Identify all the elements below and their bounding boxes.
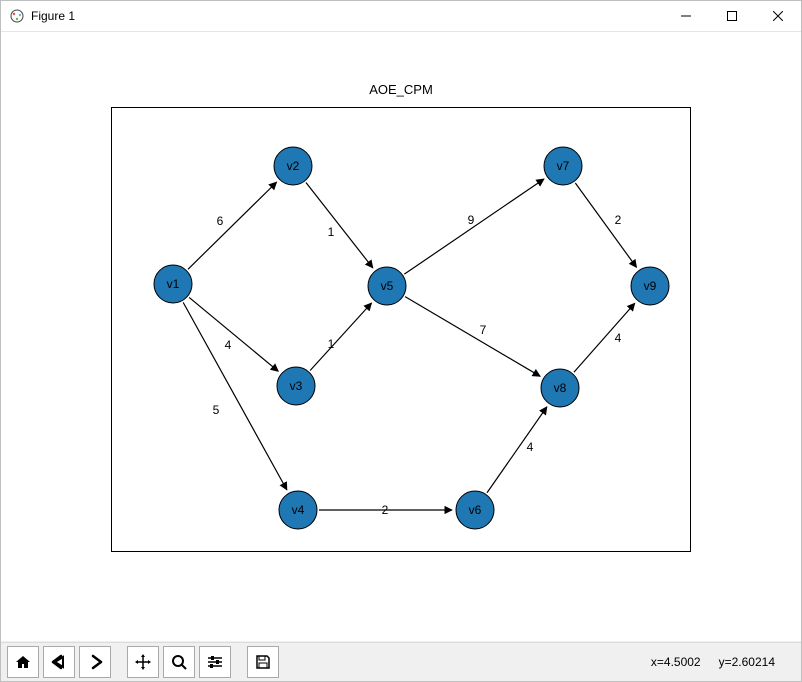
titlebar: Figure 1: [1, 1, 801, 32]
window-title: Figure 1: [31, 9, 75, 23]
edge-label-v6-v8: 4: [527, 440, 534, 454]
canvas-area[interactable]: AOE_CPM 64511297424v1v2v3v4v5v6v7v8v9: [1, 32, 801, 641]
edge-label-v5-v7: 9: [468, 213, 475, 227]
cursor-coordinates: x=4.5002 y=2.60214: [651, 655, 795, 669]
close-icon: [773, 11, 783, 21]
arrow-right-icon: [86, 653, 104, 671]
home-button[interactable]: [7, 646, 39, 678]
edge-v1-v4: [183, 302, 287, 489]
save-button[interactable]: [247, 646, 279, 678]
close-button[interactable]: [755, 1, 801, 31]
edge-label-v7-v9: 2: [615, 213, 622, 227]
node-v7: [544, 147, 582, 185]
edge-label-v8-v9: 4: [615, 331, 622, 345]
node-v3: [277, 367, 315, 405]
edge-label-v1-v3: 4: [225, 338, 232, 352]
chart-title: AOE_CPM: [111, 82, 691, 97]
node-v9: [631, 267, 669, 305]
edge-label-v4-v6: 2: [382, 503, 389, 517]
app-icon: [9, 8, 25, 24]
edge-v5-v8: [405, 297, 540, 377]
graph-svg: 64511297424v1v2v3v4v5v6v7v8v9: [112, 108, 690, 551]
plot-area: 64511297424v1v2v3v4v5v6v7v8v9: [111, 107, 691, 552]
edge-label-v1-v2: 6: [217, 214, 224, 228]
sliders-icon: [206, 653, 224, 671]
edge-label-v2-v5: 1: [328, 225, 335, 239]
home-icon: [14, 653, 32, 671]
edge-label-v1-v4: 5: [213, 403, 220, 417]
edge-v1-v3: [189, 297, 278, 371]
save-icon: [254, 653, 272, 671]
node-v5: [368, 267, 406, 305]
figure-window: Figure 1 AOE_CPM: [0, 0, 802, 682]
back-button[interactable]: [43, 646, 75, 678]
maximize-icon: [727, 11, 737, 21]
toolbar: x=4.5002 y=2.60214: [1, 642, 801, 681]
cursor-y: y=2.60214: [719, 655, 775, 669]
node-v4: [279, 491, 317, 529]
node-v8: [541, 369, 579, 407]
node-v2: [274, 147, 312, 185]
forward-button[interactable]: [79, 646, 111, 678]
edge-label-v3-v5: 1: [328, 337, 335, 351]
edge-v6-v8: [487, 407, 547, 493]
configure-button[interactable]: [199, 646, 231, 678]
node-v6: [456, 491, 494, 529]
minimize-icon: [681, 11, 691, 21]
arrow-left-icon: [50, 653, 68, 671]
move-icon: [134, 653, 152, 671]
edge-v3-v5: [310, 303, 371, 370]
cursor-x: x=4.5002: [651, 655, 701, 669]
node-v1: [154, 265, 192, 303]
edge-v7-v9: [575, 183, 636, 267]
pan-button[interactable]: [127, 646, 159, 678]
minimize-button[interactable]: [663, 1, 709, 31]
edge-v1-v2: [188, 182, 277, 269]
maximize-button[interactable]: [709, 1, 755, 31]
search-icon: [170, 653, 188, 671]
edge-label-v5-v8: 7: [480, 323, 487, 337]
edge-v2-v5: [306, 183, 373, 268]
zoom-button[interactable]: [163, 646, 195, 678]
edge-v8-v9: [574, 303, 635, 372]
